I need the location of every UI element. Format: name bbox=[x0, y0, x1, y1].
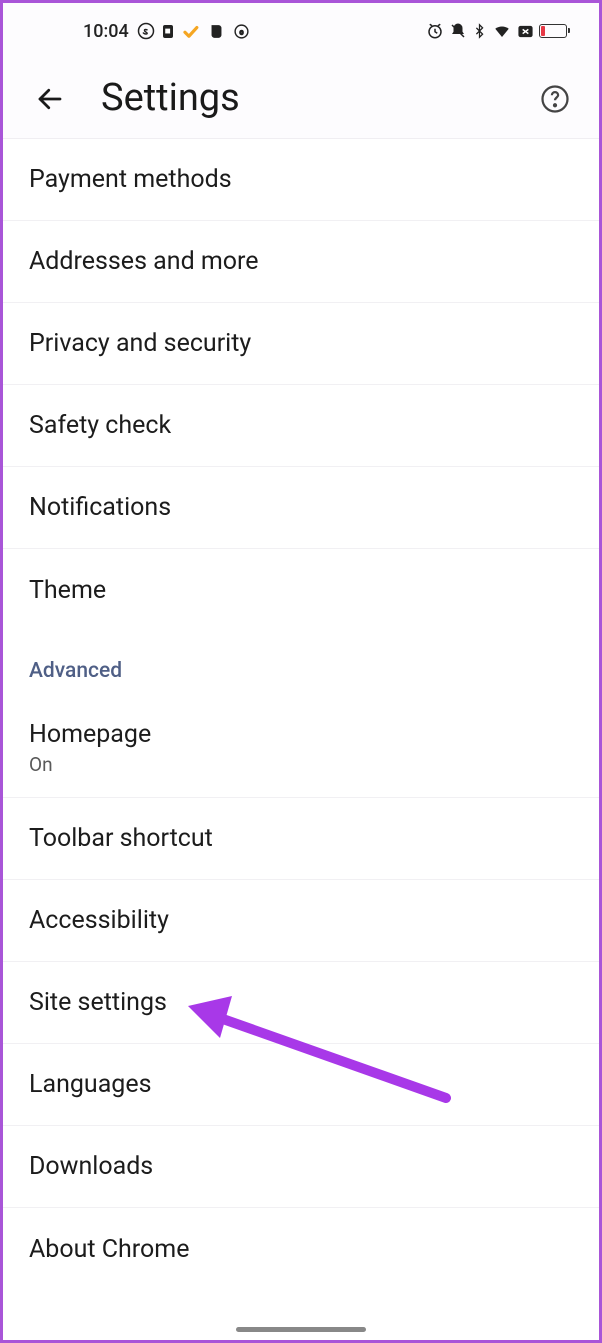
list-item-label: Toolbar shortcut bbox=[29, 824, 573, 853]
list-item-label: Notifications bbox=[29, 493, 573, 522]
list-item-label: Site settings bbox=[29, 988, 573, 1017]
list-item-privacy-security[interactable]: Privacy and security bbox=[3, 303, 599, 385]
evernote-icon bbox=[208, 23, 225, 40]
arrow-left-icon bbox=[35, 84, 65, 114]
help-button[interactable] bbox=[537, 81, 573, 117]
nav-handle[interactable] bbox=[236, 1327, 366, 1332]
list-item-label: Addresses and more bbox=[29, 247, 573, 276]
list-item-label: About Chrome bbox=[29, 1235, 573, 1264]
list-item-label: Privacy and security bbox=[29, 329, 573, 358]
list-item-about-chrome[interactable]: About Chrome bbox=[3, 1208, 599, 1290]
battery-icon bbox=[539, 24, 567, 38]
list-item-label: Safety check bbox=[29, 411, 573, 440]
list-item-safety-check[interactable]: Safety check bbox=[3, 385, 599, 467]
alarm-icon bbox=[426, 22, 444, 40]
list-item-label: Accessibility bbox=[29, 906, 573, 935]
list-item-accessibility[interactable]: Accessibility bbox=[3, 880, 599, 962]
list-item-toolbar-shortcut[interactable]: Toolbar shortcut bbox=[3, 798, 599, 880]
status-bar: 10:04 ■ c bbox=[3, 3, 599, 59]
list-item-languages[interactable]: Languages bbox=[3, 1044, 599, 1126]
status-bar-left: 10:04 ■ c bbox=[83, 21, 250, 42]
circle-icon: c bbox=[233, 23, 250, 40]
svg-text:c: c bbox=[239, 27, 243, 36]
list-item-label: Languages bbox=[29, 1070, 573, 1099]
checkmark-icon bbox=[181, 22, 200, 41]
list-item-theme[interactable]: Theme bbox=[3, 549, 599, 631]
list-item-label: Homepage bbox=[29, 720, 573, 749]
status-time: 10:04 bbox=[83, 21, 129, 42]
status-bar-right bbox=[426, 22, 567, 40]
list-item-downloads[interactable]: Downloads bbox=[3, 1126, 599, 1208]
bluetooth-icon bbox=[472, 22, 487, 40]
page-title: Settings bbox=[101, 76, 537, 120]
help-circle-icon bbox=[540, 84, 570, 114]
list-item-site-settings[interactable]: Site settings bbox=[3, 962, 599, 1044]
settings-list: Payment methods Addresses and more Priva… bbox=[3, 139, 599, 1290]
list-item-label: Payment methods bbox=[29, 165, 573, 194]
wifi-icon bbox=[492, 22, 512, 40]
silent-icon bbox=[449, 22, 467, 40]
list-item-label: Theme bbox=[29, 576, 573, 605]
list-item-subtitle: On bbox=[29, 753, 573, 776]
x-badge-icon bbox=[517, 23, 534, 40]
list-item-payment-methods[interactable]: Payment methods bbox=[3, 139, 599, 221]
back-button[interactable] bbox=[29, 78, 71, 120]
list-item-addresses[interactable]: Addresses and more bbox=[3, 221, 599, 303]
list-item-homepage[interactable]: Homepage On bbox=[3, 699, 599, 798]
section-header-advanced: Advanced bbox=[3, 631, 599, 699]
app-bar: Settings bbox=[3, 59, 599, 139]
list-item-notifications[interactable]: Notifications bbox=[3, 467, 599, 549]
app-icon-small: ■ bbox=[163, 25, 173, 38]
whatsapp-icon bbox=[137, 22, 155, 40]
list-item-label: Downloads bbox=[29, 1152, 573, 1181]
